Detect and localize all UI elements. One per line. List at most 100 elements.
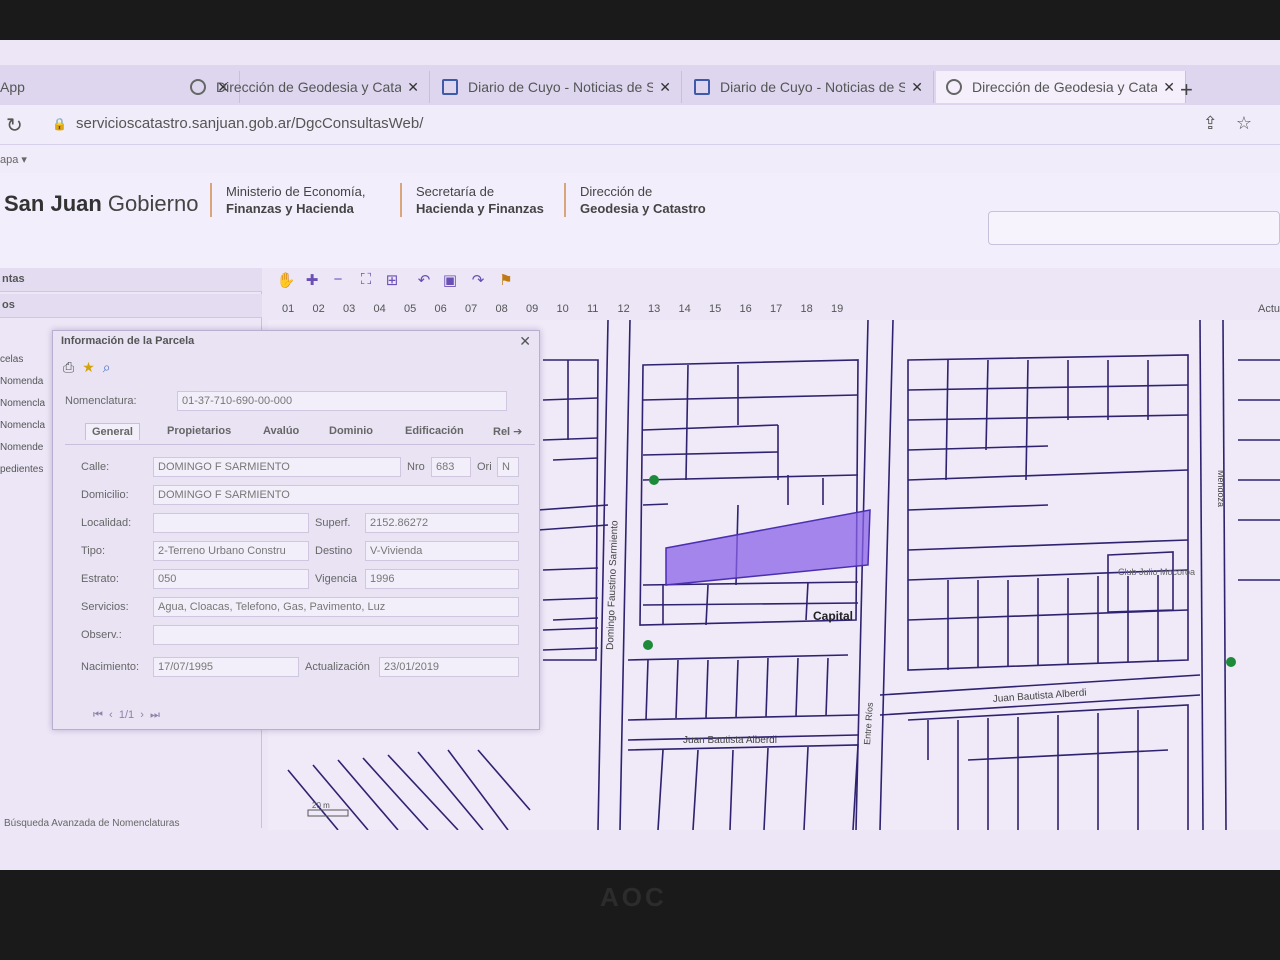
observ-field[interactable] [153,625,519,645]
nro-field[interactable]: 683 [431,457,471,477]
list-item[interactable]: Nomenda [0,376,43,387]
print-icon[interactable]: ⎙ [63,359,82,375]
zoom-level-19[interactable]: 19 [831,303,843,315]
zoom-level-13[interactable]: 13 [648,303,660,315]
zoom-level-18[interactable]: 18 [801,303,813,315]
nomenclatura-label: Nomenclatura: [65,395,137,407]
superf-field[interactable]: 2152.86272 [365,513,519,533]
zoom-level-03[interactable]: 03 [343,303,355,315]
zoom-level-14[interactable]: 14 [679,303,691,315]
list-item[interactable]: Nomencla [0,398,45,409]
pan-hand-icon[interactable]: ✋ [276,271,296,291]
destino-field[interactable]: V-Vivienda [365,541,519,561]
close-icon[interactable]: ✕ [519,333,531,350]
last-page-icon[interactable]: ⏭ [150,709,160,721]
first-page-icon[interactable]: ⏮ [93,709,103,721]
zoom-level-05[interactable]: 05 [404,303,416,315]
tab-dominio[interactable]: Dominio [323,423,379,439]
star-icon[interactable]: ★ [82,359,103,375]
ori-field[interactable]: N [497,457,519,477]
vigencia-label: Vigencia [315,573,357,585]
search-input[interactable] [988,211,1280,245]
zoom-level-06[interactable]: 06 [435,303,447,315]
domicilio-label: Domicilio: [81,489,129,501]
close-icon[interactable]: ✕ [407,79,419,96]
search-icon[interactable]: ⌕ [103,359,119,375]
localidad-field[interactable] [153,513,309,533]
news-icon [694,79,710,95]
zoom-extent-icon[interactable]: ⛶ [356,271,376,291]
estrato-field[interactable]: 050 [153,569,309,589]
actualizacion-label: Actualización [305,661,370,673]
header-direccion: Dirección de Geodesia y Catastro [564,183,706,217]
redo-icon[interactable]: ↷ [468,271,488,291]
brand-logo[interactable]: San Juan Gobierno [4,191,198,217]
localidad-label: Localidad: [81,517,132,529]
servicios-field[interactable]: Agua, Cloacas, Telefono, Gas, Pavimento,… [153,597,519,617]
actualizacion-field[interactable]: 23/01/2019 [379,657,519,677]
tab-geodesia-1[interactable]: Dirección de Geodesia y Catas ✕ [180,71,430,103]
panel-header-herramientas[interactable]: ntas [0,268,262,292]
tab-propietarios[interactable]: Propietarios [161,423,237,439]
share-icon[interactable]: ⇪ [1203,113,1236,133]
close-icon[interactable]: ✕ [659,79,671,96]
close-icon[interactable]: ✕ [1163,79,1175,96]
lock-icon[interactable]: 🔒 [52,117,67,131]
zoom-level-11[interactable]: 11 [587,303,598,315]
domicilio-field[interactable]: DOMINGO F SARMIENTO [153,485,519,505]
zoom-box-icon[interactable]: ⊞ [382,271,402,291]
zoom-level-17[interactable]: 17 [770,303,782,315]
destino-label: Destino [315,545,353,557]
tab-edificacion[interactable]: Edificación [399,423,470,439]
site-header: San Juan Gobierno Ministerio de Economía… [0,173,1280,268]
tab-geodesia-active[interactable]: Dirección de Geodesia y Catas ✕ [936,71,1186,103]
zoom-level-12[interactable]: 12 [618,303,630,315]
address-bar: ↻ 🔒 servicioscatastro.sanjuan.gob.ar/Dgc… [0,105,1280,145]
dialog-tabs: General Propietarios Avalúo Dominio Edif… [65,419,535,445]
nomenclatura-field[interactable]: 01-37-710-690-00-000 [177,391,507,411]
zoom-level-15[interactable]: 15 [709,303,721,315]
list-item[interactable]: Nomende [0,442,43,453]
tab-diario-1[interactable]: Diario de Cuyo - Noticias de S ✕ [432,71,682,103]
poi-capital-label: Capital [813,609,853,623]
zoom-out-icon[interactable]: − [328,271,348,291]
globe-icon [946,79,962,95]
new-tab-icon[interactable]: + [1180,77,1193,103]
star-icon[interactable]: ☆ [1236,113,1270,133]
zoom-level-09[interactable]: 09 [526,303,538,315]
url-field[interactable]: servicioscatastro.sanjuan.gob.ar/DgcCons… [76,115,423,132]
advanced-search-link[interactable]: Búsqueda Avanzada de Nomenclaturas [4,818,180,829]
tab-general[interactable]: General [85,423,140,440]
zoom-level-10[interactable]: 10 [557,303,569,315]
zoom-level-04[interactable]: 04 [374,303,386,315]
list-item[interactable]: celas [0,354,23,365]
undo-icon[interactable]: ↶ [414,271,434,291]
panel-header-consultas[interactable]: os [0,294,262,318]
zoom-level-16[interactable]: 16 [740,303,752,315]
list-item[interactable]: Nomencla [0,420,45,431]
flag-icon[interactable]: ⚑ [496,271,516,291]
vigencia-field[interactable]: 1996 [365,569,519,589]
zoom-level-01[interactable]: 01 [282,303,294,315]
tab-diario-2[interactable]: Diario de Cuyo - Noticias de S ✕ [684,71,934,103]
tab-rel[interactable]: Rel ➔ [487,423,528,440]
calle-field[interactable]: DOMINGO F SARMIENTO [153,457,401,477]
parcel-info-dialog: Información de la Parcela ✕ ⎙★⌕ Nomencla… [52,330,540,730]
next-page-icon[interactable]: › [140,709,144,721]
estrato-label: Estrato: [81,573,119,585]
zoom-in-icon[interactable]: ✚ [302,271,322,291]
prev-page-icon[interactable]: ‹ [109,709,113,721]
reload-icon[interactable]: ↻ [6,113,23,138]
select-icon[interactable]: ▣ [440,271,460,291]
nacimiento-label: Nacimiento: [81,661,140,673]
nacimiento-field[interactable]: 17/07/1995 [153,657,299,677]
close-icon[interactable]: ✕ [911,79,923,96]
poi-club-label: Club Julio Mocoroa [1118,567,1195,577]
list-item[interactable]: pedientes [0,464,43,475]
tipo-field[interactable]: 2-Terreno Urbano Constru [153,541,309,561]
zoom-level-02[interactable]: 02 [313,303,325,315]
zoom-level-07[interactable]: 07 [465,303,477,315]
tab-avaluo[interactable]: Avalúo [257,423,305,439]
zoom-level-08[interactable]: 08 [496,303,508,315]
bookmark-item[interactable]: apa ▾ [0,154,27,166]
